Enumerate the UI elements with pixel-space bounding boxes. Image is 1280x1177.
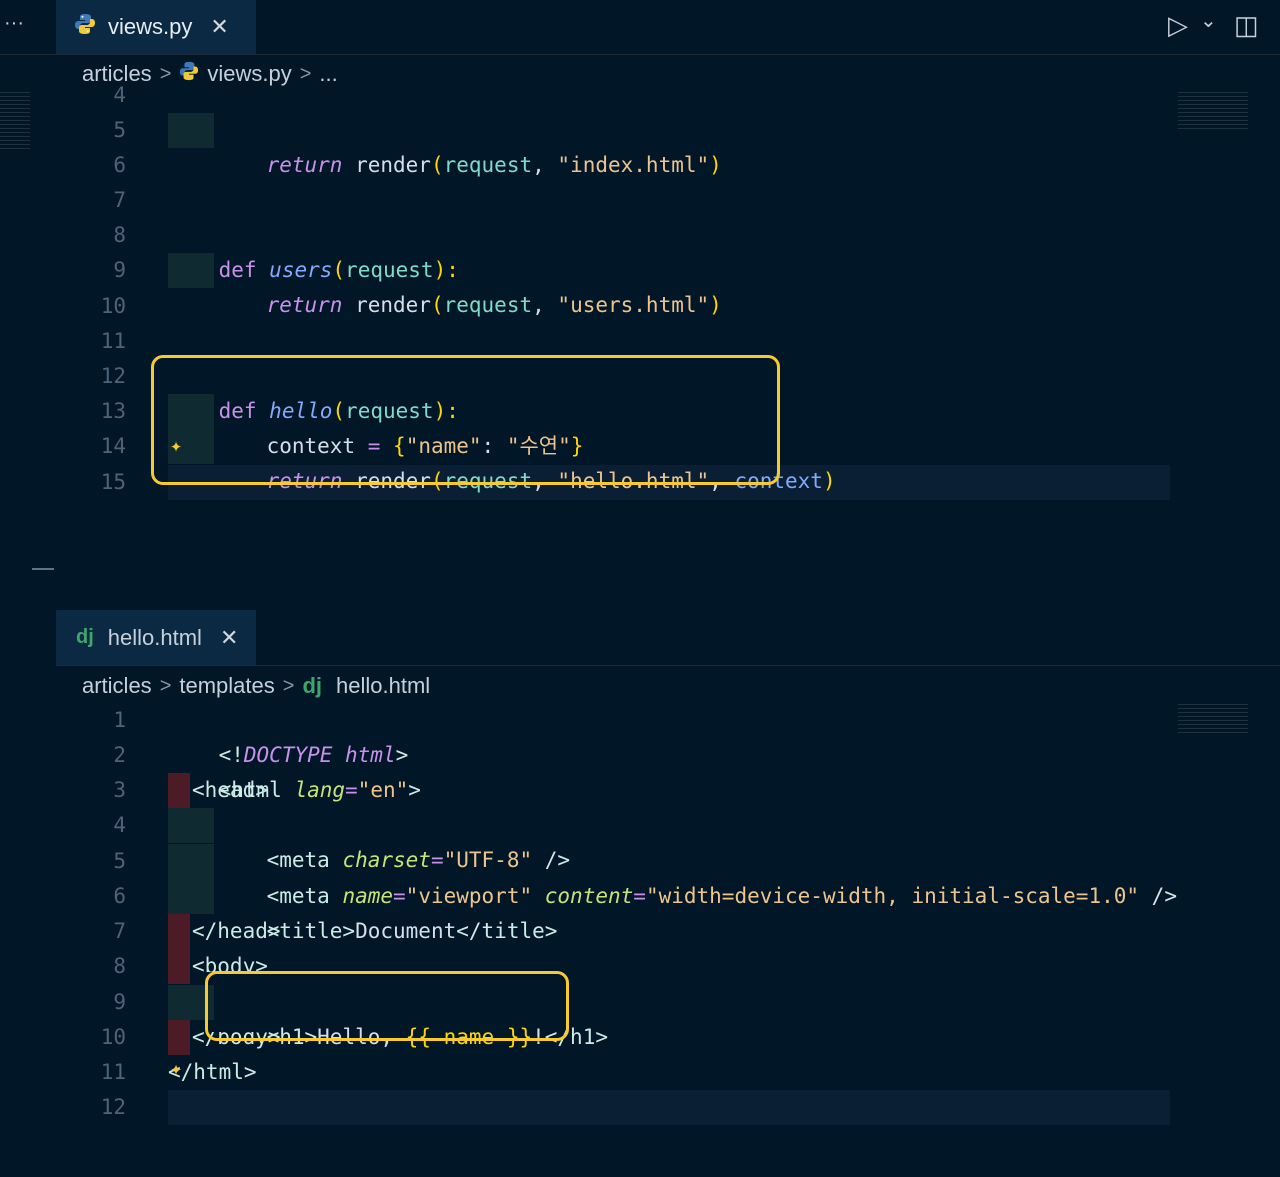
line-number: 9 [113,258,126,282]
chevron-right-icon: > [159,62,172,85]
line-number: 14 [100,434,126,458]
breadcrumb-folder[interactable]: articles [82,673,152,699]
more-actions-button[interactable]: ··· [4,12,24,35]
line-number-current: 15 [100,470,126,494]
tab-label: hello.html [107,624,202,650]
html-line-6: <title>Document</title> [266,919,558,943]
line-number: 5 [113,849,126,873]
line-number: 11 [100,329,126,353]
indent-guide [168,879,214,914]
line-number: 4 [113,813,126,837]
line-number-current: 12 [100,1095,126,1119]
python-icon [179,61,199,87]
html-line-7: </head> [192,919,281,943]
chevron-right-icon: > [159,674,172,697]
sparkle-icon[interactable]: ✦ [170,1056,182,1080]
minimap-left [0,92,30,152]
code-line-8: def users(request): [218,258,459,282]
code-line-5: return render(request, "index.html") [266,153,722,177]
line-number: 11 [100,1060,126,1084]
chevron-right-icon: > [282,674,295,697]
sash-divider[interactable] [32,568,54,570]
bottom-tab-bar: dj hello.html ✕ [56,610,1280,666]
line-number: 2 [113,743,126,767]
line-number: 4 [113,83,126,107]
python-icon [74,13,96,41]
run-menu-chevron-icon[interactable]: ⌄ [1200,8,1217,33]
line-number: 6 [113,884,126,908]
highlight-box-h1 [205,971,569,1041]
html-line-4: <meta charset="UTF-8" /> [266,848,571,872]
line-number: 1 [113,708,126,732]
html-line-3: <head> [192,778,268,802]
breadcrumb-file[interactable]: hello.html [336,673,430,699]
line-number: 13 [100,399,126,423]
line-number: 7 [113,188,126,212]
line-number: 5 [113,118,126,142]
indent-guide [168,113,214,148]
line-number: 8 [113,954,126,978]
tab-hello-html[interactable]: dj hello.html ✕ [56,610,256,665]
line-number: 7 [113,919,126,943]
breadcrumb-more[interactable]: ... [319,61,337,87]
split-editor-button[interactable]: ◫ [1234,10,1259,41]
code-line-9: return render(request, "users.html") [266,293,722,317]
run-button[interactable]: ▷ [1168,10,1188,41]
minimap-bottom[interactable] [1178,704,1248,734]
breadcrumb-subfolder[interactable]: templates [179,673,274,699]
line-number: 8 [113,223,126,247]
html-line-2: <html lang="en"> [218,778,421,802]
top-tab-bar: ··· views.py ✕ ▷ ⌄ ◫ [0,0,1280,55]
tab-label: views.py [108,14,193,39]
close-icon[interactable]: ✕ [210,14,228,40]
breadcrumb-file[interactable]: views.py [207,61,291,87]
line-number: 12 [100,364,126,388]
close-icon[interactable]: ✕ [220,625,238,651]
django-icon: dj [302,673,323,698]
indent-guide-error [168,1020,190,1055]
html-line-5: <meta name="viewport" content="width=dev… [266,884,1177,908]
tab-views-py[interactable]: views.py ✕ [56,0,256,54]
line-number: 6 [113,153,126,177]
current-line-highlight [168,1090,1170,1125]
line-number: 9 [113,990,126,1014]
chevron-right-icon: > [299,62,312,85]
line-number: 3 [113,778,126,802]
indent-guide [168,844,214,879]
indent-guide-error [168,914,190,949]
line-number: 10 [100,1025,126,1049]
line-number: 10 [100,294,126,318]
minimap-top[interactable] [1178,92,1248,132]
html-line-1: <!DOCTYPE html> [218,743,409,767]
indent-guide-error [168,949,190,984]
highlight-box-hello-function [151,355,780,485]
django-icon: dj [76,626,94,648]
breadcrumb: articles > templates > dj hello.html [82,672,430,700]
